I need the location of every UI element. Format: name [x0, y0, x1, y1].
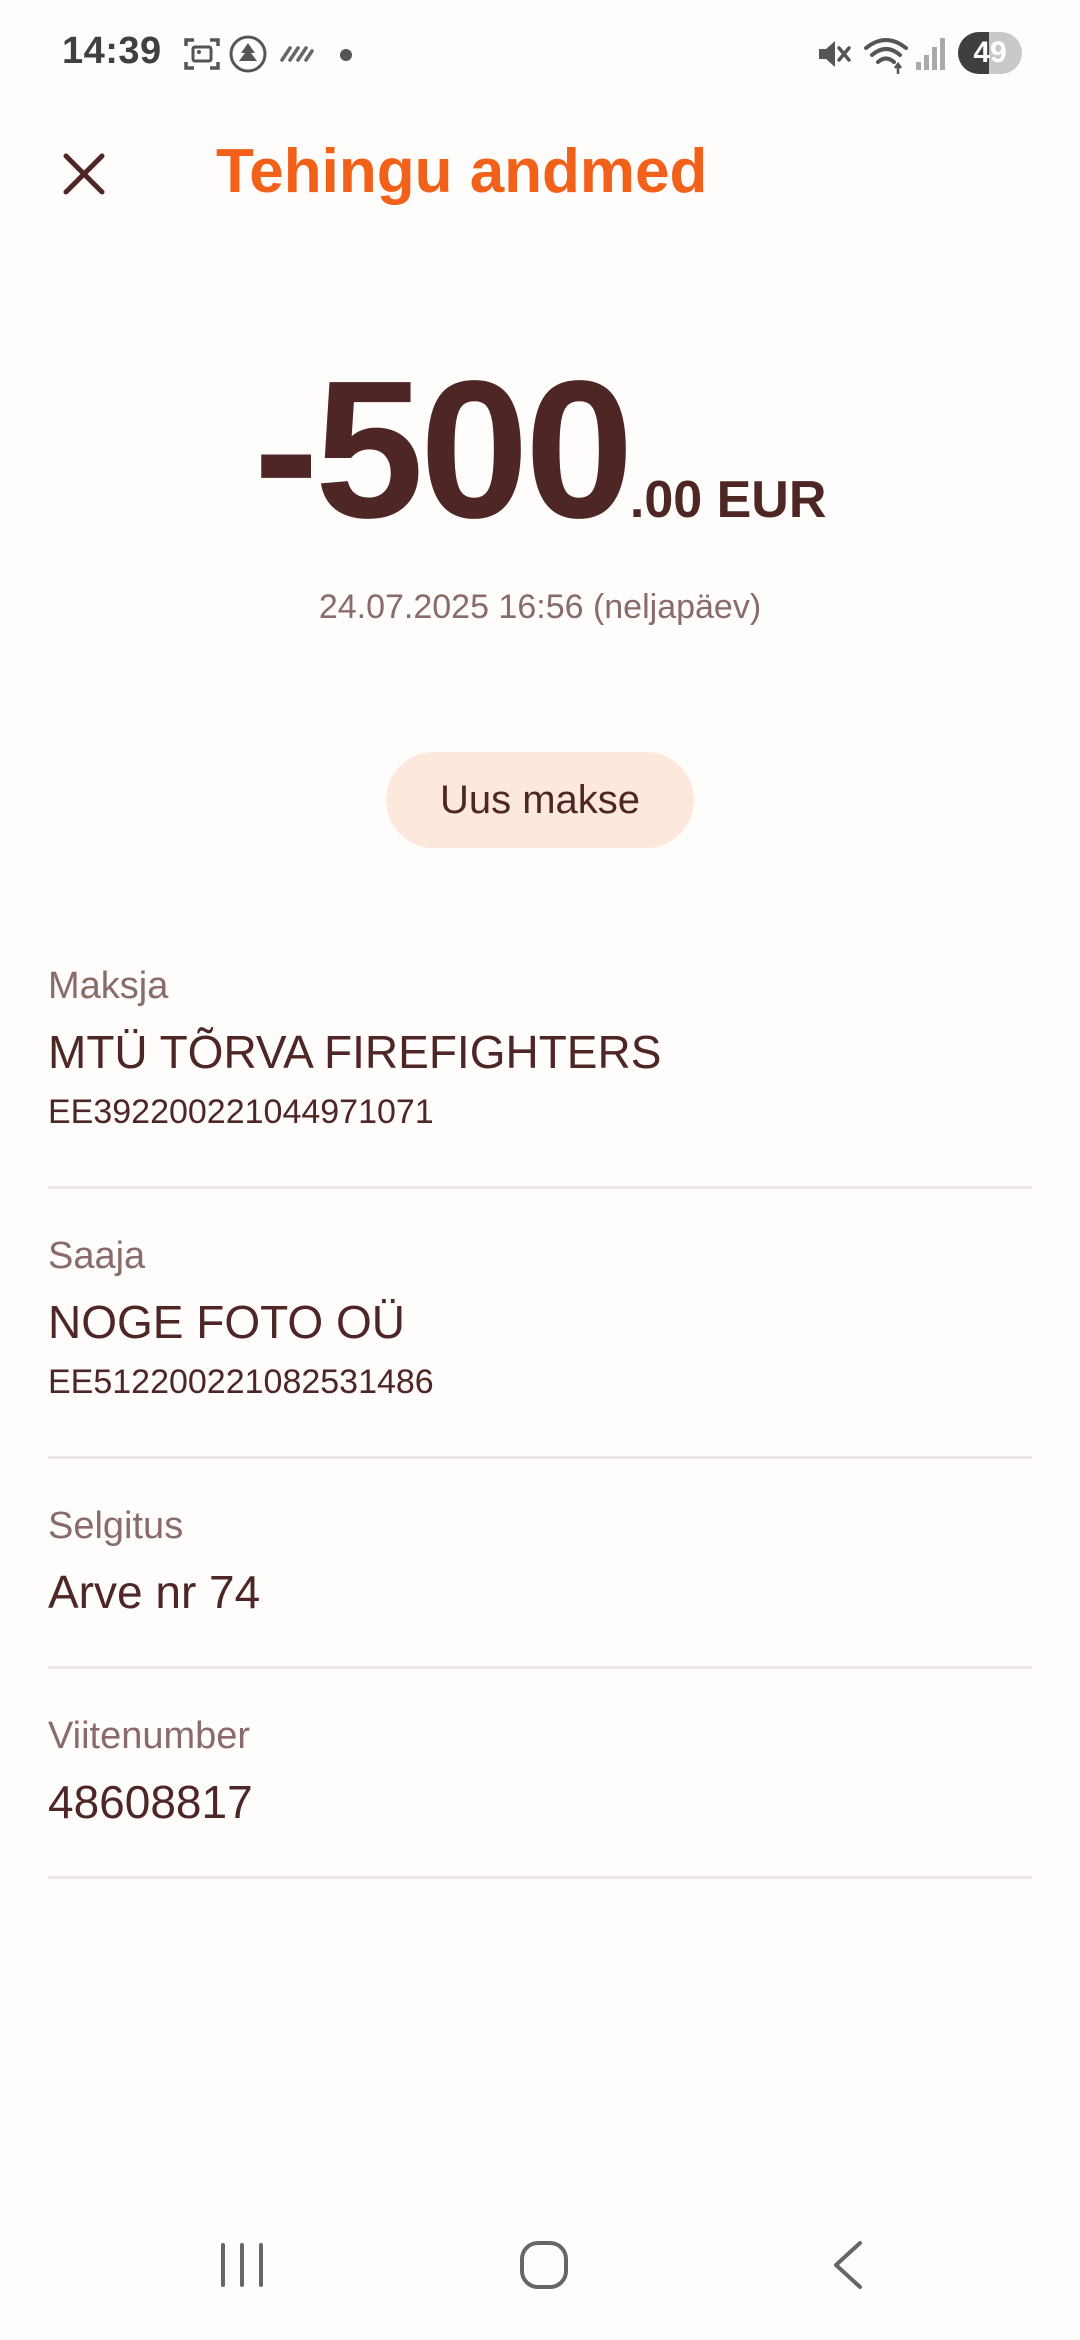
page-title: Tehingu andmed [216, 137, 708, 206]
back-button[interactable] [788, 2222, 908, 2312]
status-time: 14:39 [62, 30, 162, 72]
weather-icon [276, 34, 316, 74]
home-button[interactable] [484, 2222, 604, 2312]
close-button[interactable] [44, 136, 124, 216]
payer-account: EE392200221044971071 [48, 1093, 434, 1131]
description-value: Arve nr 74 [48, 1566, 261, 1618]
recipient-label: Saaja [48, 1235, 146, 1277]
battery-icon: 49 [958, 32, 1022, 74]
status-bar: 14:39 49 [0, 0, 1080, 110]
payer-section: Maksja MTÜ TÕRVA FIREFIGHTERS EE39220022… [48, 962, 1032, 1189]
wifi-icon [862, 34, 910, 74]
amount-major: -500 [253, 340, 634, 559]
mute-icon [814, 34, 854, 74]
battery-level: 49 [973, 36, 1007, 69]
recent-apps-icon [217, 2241, 267, 2294]
transaction-date: 24.07.2025 16:56 (neljapäev) [318, 588, 762, 626]
close-icon [60, 150, 108, 203]
amount-minor: .00 EUR [629, 471, 827, 529]
transaction-amount: -500.00 EUR [0, 350, 1080, 550]
recipient-name: NOGE FOTO OÜ [48, 1296, 405, 1348]
recent-apps-button[interactable] [182, 2222, 302, 2312]
reference-label: Viitenumber [48, 1715, 251, 1757]
home-icon [518, 2239, 570, 2296]
back-icon [828, 2239, 868, 2296]
description-label: Selgitus [48, 1505, 184, 1547]
payer-name: MTÜ TÕRVA FIREFIGHTERS [48, 1026, 662, 1078]
dot-icon [336, 34, 356, 74]
reference-section: Viitenumber 48608817 [48, 1712, 1032, 1879]
recipient-section: Saaja NOGE FOTO OÜ EE512200221082531486 [48, 1232, 1032, 1459]
recipient-account: EE512200221082531486 [48, 1363, 434, 1401]
reference-value: 48608817 [48, 1776, 253, 1828]
signal-icon [914, 34, 950, 74]
description-section: Selgitus Arve nr 74 [48, 1502, 1032, 1669]
app-notification-icon [228, 34, 268, 74]
screenshot-icon [182, 34, 222, 74]
new-payment-button[interactable]: Uus makse [386, 752, 694, 848]
payer-label: Maksja [48, 965, 169, 1007]
